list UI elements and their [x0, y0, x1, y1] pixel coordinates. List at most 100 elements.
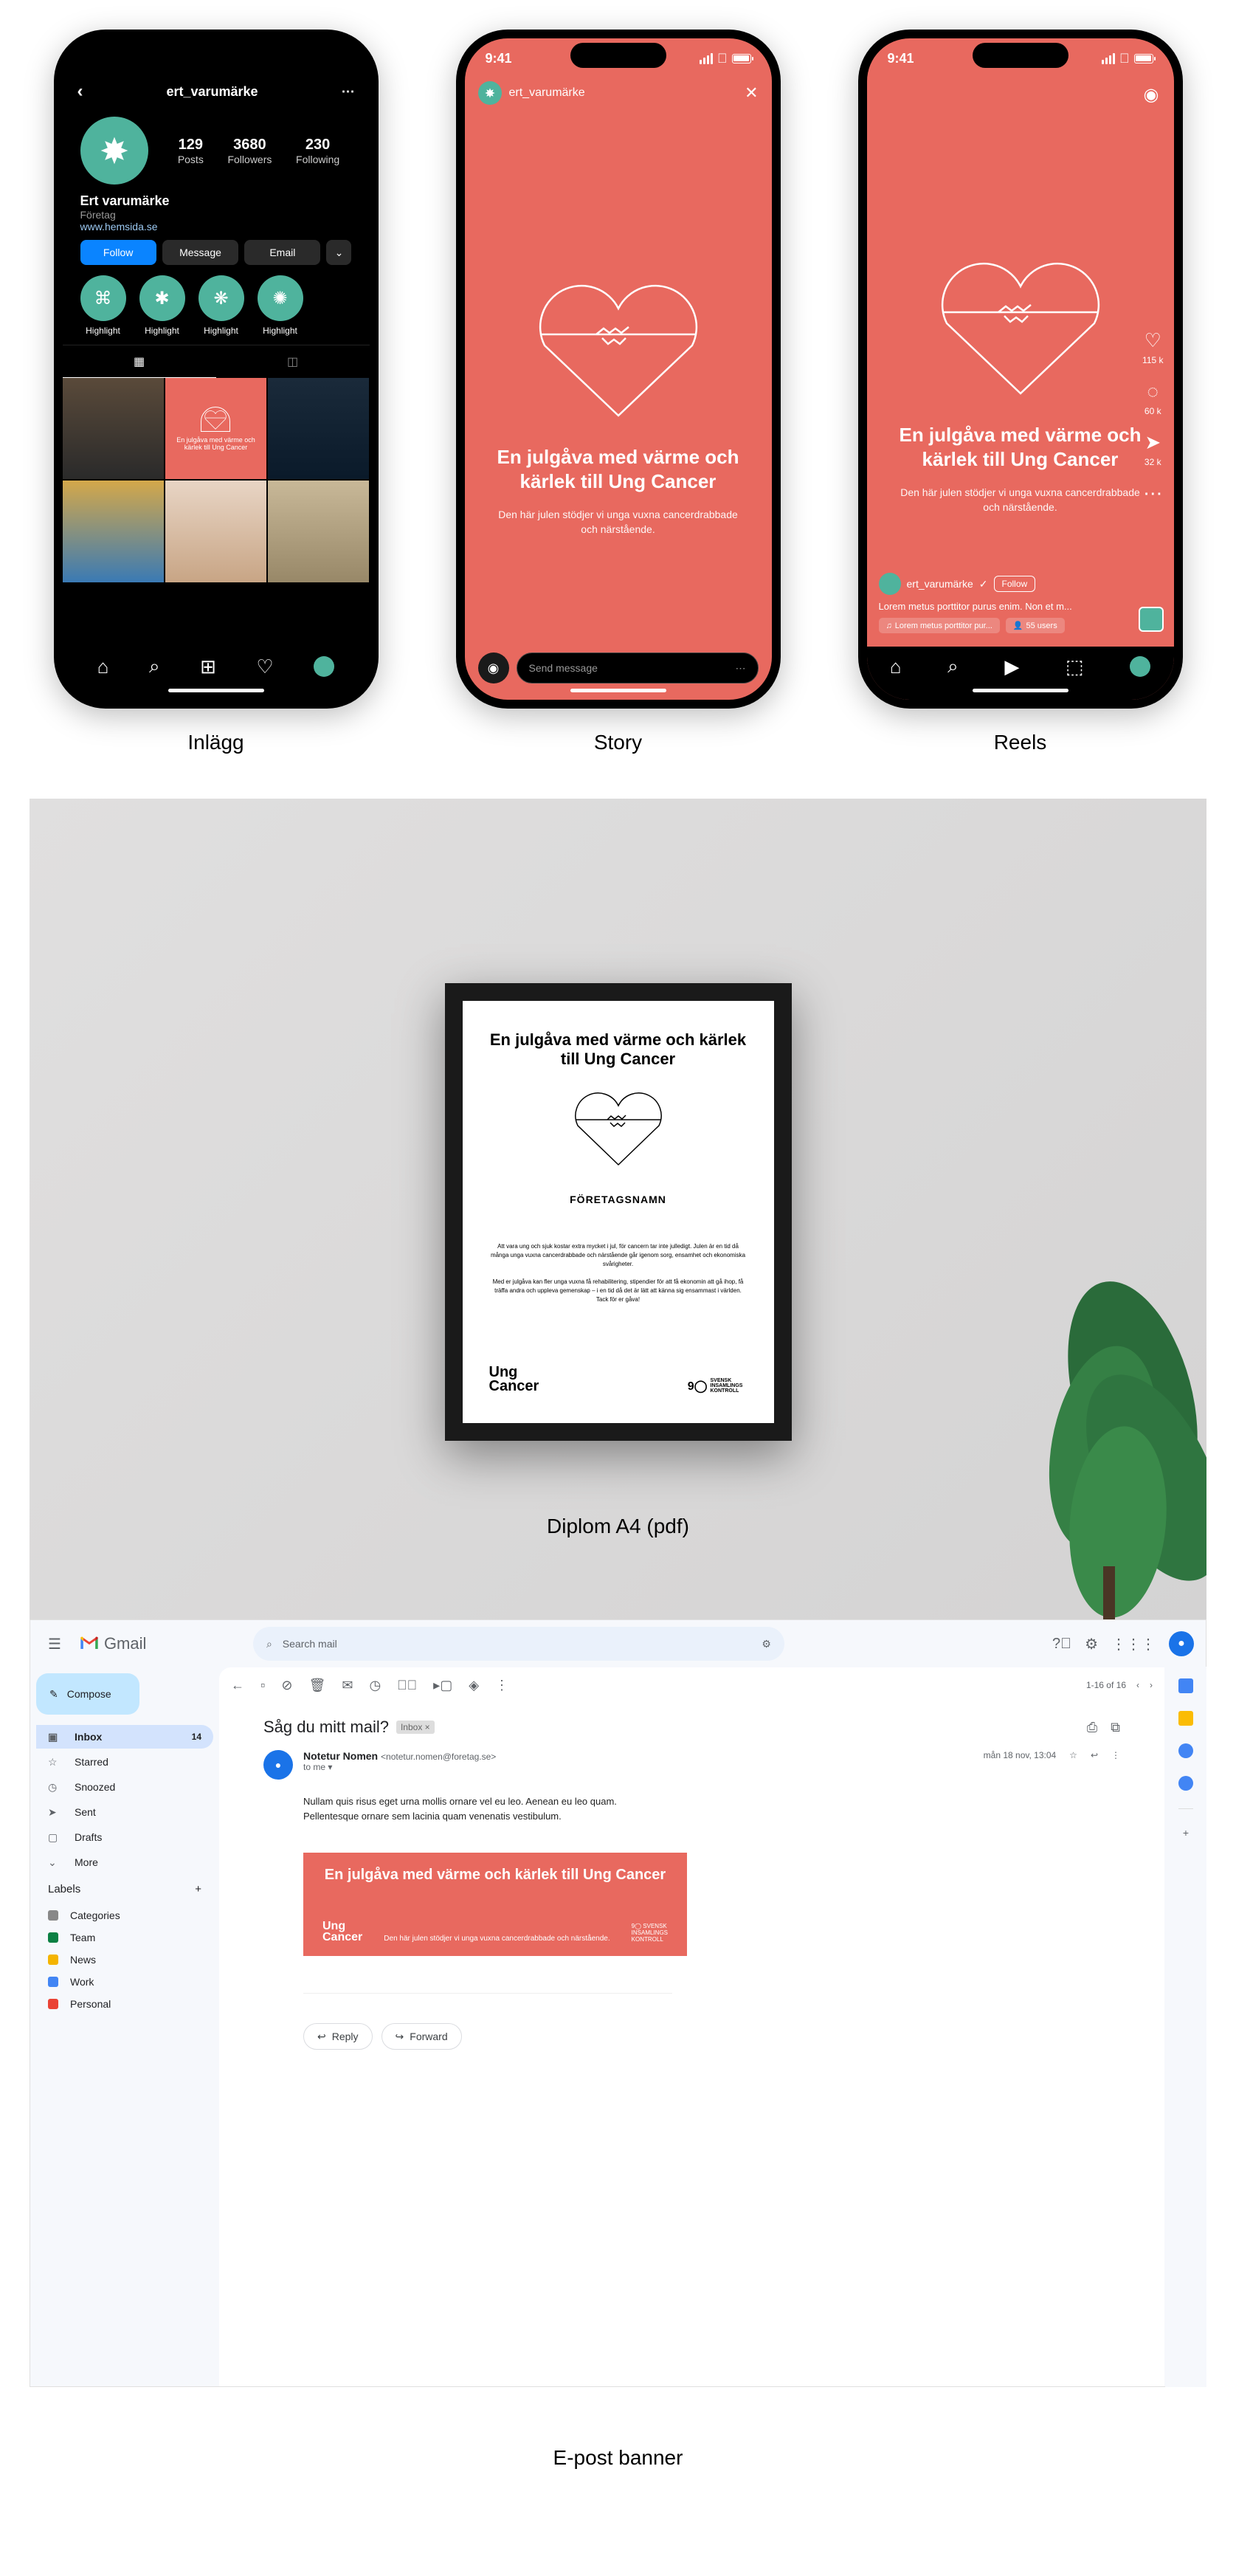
profile-nav-icon[interactable] [1130, 656, 1150, 677]
post-cell[interactable] [268, 378, 369, 479]
audio-tag[interactable]: ♫Lorem metus porttitor pur... [879, 618, 1000, 633]
sidebar-label[interactable]: Personal [36, 1993, 213, 2015]
comment-button[interactable]: ◌60 k [1144, 380, 1161, 416]
post-cell[interactable] [268, 481, 369, 582]
sidebar-more[interactable]: ⌄More [36, 1850, 213, 1874]
print-icon[interactable]: ⎙ [1087, 1720, 1097, 1735]
contacts-icon[interactable] [1178, 1776, 1193, 1791]
follow-button[interactable]: Follow [994, 576, 1036, 592]
posts-stat[interactable]: 129Posts [178, 137, 204, 165]
to-field[interactable]: to me ▾ [303, 1762, 973, 1772]
help-icon[interactable]: ?⃝ [1052, 1636, 1071, 1653]
archive-icon[interactable]: ▫ [260, 1678, 265, 1693]
users-tag[interactable]: 👤55 users [1006, 618, 1065, 633]
share-button[interactable]: ➤32 k [1144, 431, 1161, 467]
like-button[interactable]: ♡115 k [1142, 329, 1163, 365]
more-icon[interactable]: ⋮ [1111, 1750, 1120, 1760]
highlight-item[interactable]: ⌘Highlight [80, 275, 126, 336]
post-cell[interactable] [63, 481, 164, 582]
tasks-icon[interactable] [1178, 1743, 1193, 1758]
heart-icon[interactable]: ♡ [256, 655, 273, 678]
inbox-tag[interactable]: Inbox × [396, 1721, 435, 1734]
account-avatar[interactable]: ● [1169, 1631, 1194, 1656]
filter-icon[interactable]: ⚙ [762, 1638, 771, 1650]
apps-icon[interactable]: ⋮⋮⋮ [1111, 1635, 1156, 1653]
search-icon[interactable]: ⌕ [947, 655, 959, 678]
sidebar-label[interactable]: Categories [36, 1904, 213, 1926]
more-icon[interactable]: ⋯ [342, 84, 355, 100]
story-username[interactable]: ert_varumärke [509, 86, 585, 100]
tagged-tab[interactable]: ◫ [216, 345, 370, 378]
back-icon[interactable]: ‹ [77, 81, 83, 102]
task-icon[interactable]: ✓⃝ [397, 1678, 417, 1693]
email-banner[interactable]: En julgåva med värme och kärlek till Ung… [303, 1853, 687, 1956]
search-input[interactable]: ⌕ Search mail ⚙ [253, 1627, 784, 1661]
sidebar-inbox[interactable]: ▣Inbox14 [36, 1725, 213, 1749]
following-stat[interactable]: 230Following [296, 137, 339, 165]
reply-button[interactable]: ↩Reply [303, 2023, 373, 2050]
popout-icon[interactable]: ⧉ [1111, 1720, 1120, 1735]
next-icon[interactable]: › [1150, 1680, 1153, 1690]
add-label-icon[interactable]: + [195, 1883, 201, 1895]
sidebar-label[interactable]: Team [36, 1926, 213, 1949]
home-icon[interactable]: ⌂ [890, 655, 902, 678]
post-cell-campaign[interactable]: En julgåva med värme och kärlek till Ung… [165, 378, 266, 479]
follow-button[interactable]: Follow [80, 240, 156, 265]
move-icon[interactable]: ▸▢ [433, 1678, 452, 1693]
menu-icon[interactable]: ☰ [42, 1635, 67, 1653]
post-cell[interactable] [165, 481, 266, 582]
reels-avatar[interactable] [879, 573, 901, 595]
unread-icon[interactable]: ✉ [342, 1678, 353, 1693]
sidebar-drafts[interactable]: ▢Drafts [36, 1825, 213, 1849]
sidebar-starred[interactable]: ☆Starred [36, 1750, 213, 1774]
email-button[interactable]: Email [244, 240, 320, 265]
profile-avatar[interactable] [80, 117, 148, 185]
message-button[interactable]: Message [162, 240, 238, 265]
camera-icon[interactable]: ◉ [478, 652, 509, 683]
sidebar-snoozed[interactable]: ◷Snoozed [36, 1775, 213, 1799]
sidebar-sent[interactable]: ➤Sent [36, 1800, 213, 1824]
reply-icon[interactable]: ↩ [1091, 1750, 1098, 1760]
spam-icon[interactable]: ⊘ [281, 1678, 292, 1693]
home-icon[interactable]: ⌂ [97, 655, 109, 678]
post-cell[interactable] [63, 378, 164, 479]
sidebar-label[interactable]: News [36, 1949, 213, 1971]
gmail-logo[interactable]: Gmail [79, 1633, 241, 1654]
label-icon[interactable]: ◈ [469, 1678, 479, 1693]
snooze-icon[interactable]: ◷ [369, 1678, 381, 1693]
sender-avatar[interactable]: ● [263, 1750, 293, 1780]
reels-icon[interactable]: ▶ [1004, 655, 1019, 678]
profile-link[interactable]: www.hemsida.se [63, 221, 370, 240]
calendar-icon[interactable] [1178, 1678, 1193, 1693]
followers-stat[interactable]: 3680Followers [227, 137, 272, 165]
message-input[interactable]: Send message⋯ [517, 652, 759, 683]
star-icon: ☆ [48, 1756, 63, 1769]
profile-nav-icon[interactable] [314, 656, 334, 677]
story-avatar[interactable] [478, 81, 502, 105]
suggest-button[interactable]: ⌄ [326, 240, 351, 265]
more-button[interactable]: ⋯ [1143, 482, 1162, 505]
delete-icon[interactable]: 🗑 [308, 1678, 325, 1693]
back-icon[interactable]: ← [231, 1678, 244, 1693]
add-icon[interactable]: + [1183, 1827, 1189, 1839]
more-icon[interactable]: ⋮ [495, 1678, 508, 1693]
shop-icon[interactable]: ⬚ [1066, 655, 1084, 678]
close-icon[interactable]: ✕ [745, 83, 758, 103]
add-icon[interactable]: ⊞ [200, 655, 216, 678]
audio-album-icon[interactable] [1139, 607, 1164, 632]
reels-username[interactable]: ert_varumärke [907, 578, 973, 590]
highlight-item[interactable]: ❋Highlight [198, 275, 244, 336]
prev-icon[interactable]: ‹ [1136, 1680, 1139, 1690]
reels-caption[interactable]: Lorem metus porttitor purus enim. Non et… [879, 601, 1122, 612]
highlight-item[interactable]: ✱Highlight [139, 275, 185, 336]
grid-tab[interactable]: ▦ [63, 345, 216, 378]
star-icon[interactable]: ☆ [1069, 1750, 1077, 1760]
keep-icon[interactable] [1178, 1711, 1193, 1726]
camera-icon[interactable]: ◉ [1144, 84, 1159, 106]
search-icon[interactable]: ⌕ [149, 655, 160, 678]
forward-button[interactable]: ↪Forward [381, 2023, 462, 2050]
sidebar-label[interactable]: Work [36, 1971, 213, 1993]
highlight-item[interactable]: ✺Highlight [258, 275, 303, 336]
settings-icon[interactable]: ⚙ [1085, 1635, 1098, 1653]
compose-button[interactable]: ✎Compose [36, 1673, 139, 1715]
